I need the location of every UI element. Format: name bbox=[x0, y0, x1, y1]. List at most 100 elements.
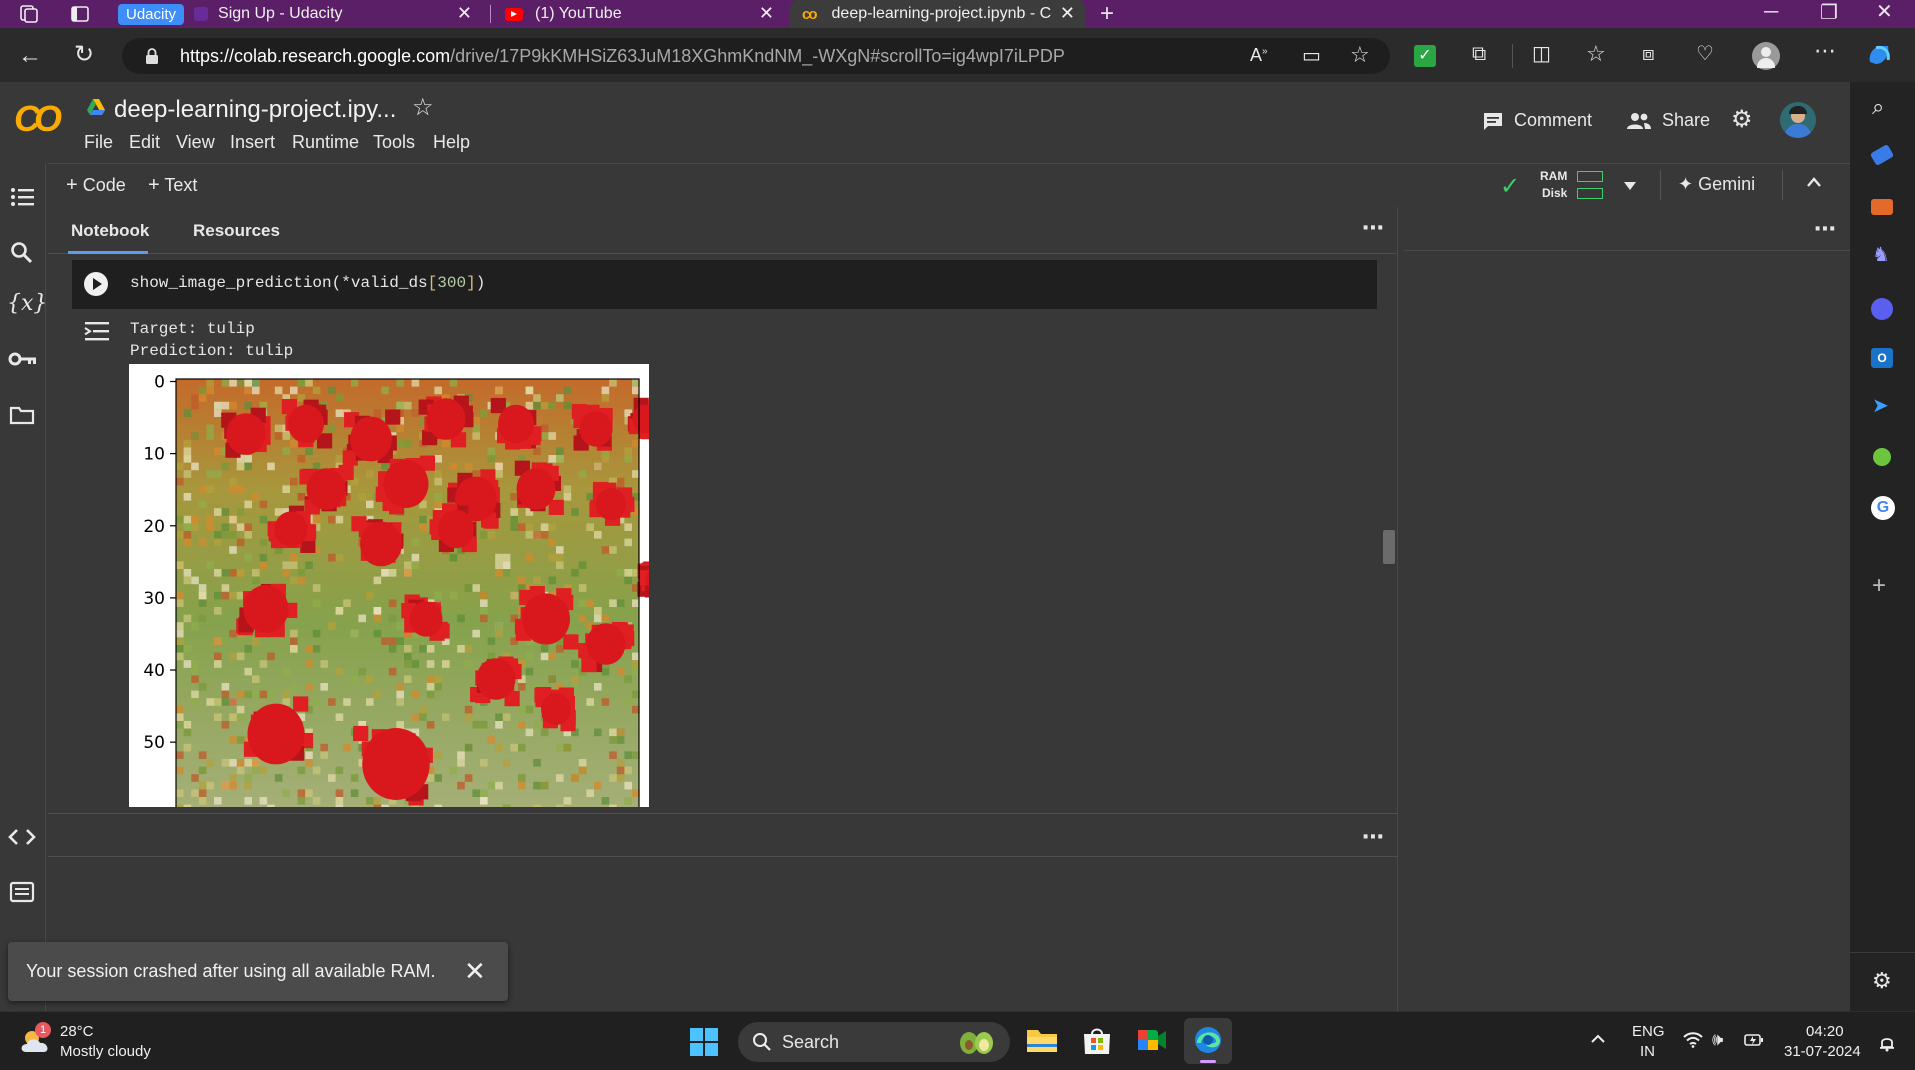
side-panel-more-icon[interactable]: ⋯ bbox=[1814, 218, 1836, 240]
edge-taskbar-button[interactable] bbox=[1184, 1018, 1232, 1064]
panel-more-icon[interactable]: ⋯ bbox=[1362, 217, 1384, 239]
language-top[interactable]: ENG bbox=[1632, 1023, 1665, 1040]
more-menu-icon[interactable]: ⋯ bbox=[1814, 40, 1836, 62]
menu-file[interactable]: File bbox=[84, 132, 113, 153]
microsoft-store-icon[interactable] bbox=[1082, 1026, 1112, 1056]
tab-close-icon[interactable]: ✕ bbox=[457, 3, 472, 24]
y-tick-label: 50 bbox=[143, 733, 165, 753]
favorite-star-icon[interactable]: ☆ bbox=[1350, 44, 1370, 66]
menu-tools[interactable]: Tools bbox=[373, 132, 415, 153]
run-cell-button[interactable] bbox=[84, 272, 108, 296]
code-text[interactable]: show_image_prediction(*valid_ds[300]) bbox=[130, 274, 485, 292]
tab-actions-icon[interactable] bbox=[70, 4, 90, 24]
collections-icon[interactable]: ⧈ bbox=[1642, 44, 1655, 64]
collapse-chevron-up-icon[interactable] bbox=[1806, 176, 1822, 188]
restore-icon[interactable]: ❐ bbox=[1820, 3, 1838, 23]
notebook-title[interactable]: deep-learning-project.ipy... bbox=[114, 96, 396, 124]
tab-close-icon[interactable]: ✕ bbox=[1060, 3, 1075, 24]
code-cell[interactable]: show_image_prediction(*valid_ds[300]) bbox=[72, 260, 1377, 309]
output-scrollbar[interactable] bbox=[1383, 530, 1395, 564]
find-search-icon[interactable] bbox=[10, 241, 34, 265]
games-chess-icon[interactable]: ♞ bbox=[1872, 245, 1890, 265]
share-label: Share bbox=[1662, 110, 1711, 130]
shopping-tag-icon[interactable] bbox=[1869, 143, 1895, 167]
tab-youtube[interactable]: (1) YouTube ✕ bbox=[497, 0, 784, 28]
gemini-button[interactable]: ✦ Gemini bbox=[1678, 174, 1755, 195]
outlook-icon[interactable]: O bbox=[1871, 348, 1893, 368]
battery-icon[interactable] bbox=[1744, 1032, 1764, 1048]
colab-logo[interactable]: CO bbox=[14, 98, 62, 140]
browser-essentials-icon[interactable]: ♡ bbox=[1696, 44, 1714, 64]
add-code-button[interactable]: + Code bbox=[66, 174, 126, 197]
clock-date: 31-07-2024 bbox=[1784, 1043, 1861, 1060]
secrets-key-icon[interactable] bbox=[8, 351, 38, 367]
app-available-icon[interactable]: ▭ bbox=[1302, 46, 1321, 66]
google-icon[interactable]: G bbox=[1871, 496, 1895, 520]
taskbar-search[interactable]: Search bbox=[738, 1022, 1010, 1062]
menu-edit[interactable]: Edit bbox=[129, 132, 160, 153]
tab-colab-active[interactable]: co deep-learning-project.ipynb - Co ✕ bbox=[790, 0, 1085, 28]
runtime-dropdown-icon[interactable] bbox=[1624, 182, 1636, 190]
refresh-icon[interactable]: ↻ bbox=[74, 43, 94, 67]
volume-icon[interactable]: 🕪 bbox=[1712, 1030, 1723, 1048]
notifications-icon[interactable] bbox=[1878, 1034, 1896, 1052]
add-code-label: Code bbox=[82, 175, 126, 195]
split-screen-icon[interactable]: ◫ bbox=[1532, 44, 1551, 64]
extension-check-icon[interactable]: ✓ bbox=[1414, 45, 1436, 67]
tools-briefcase-icon[interactable] bbox=[1871, 199, 1893, 215]
output-toggle-icon[interactable] bbox=[84, 320, 110, 342]
sidebar-settings-icon[interactable]: ⚙ bbox=[1872, 970, 1892, 992]
back-icon[interactable]: ← bbox=[18, 44, 42, 68]
tray-chevron-up-icon[interactable] bbox=[1590, 1034, 1606, 1044]
telegram-icon[interactable]: ➤ bbox=[1872, 396, 1889, 416]
workspaces-icon[interactable] bbox=[18, 4, 40, 24]
variables-icon[interactable]: {x} bbox=[7, 291, 47, 316]
cell-more-icon[interactable]: ⋯ bbox=[1362, 826, 1384, 848]
menu-help[interactable]: Help bbox=[433, 132, 470, 153]
extensions-puzzle-icon[interactable]: ⧉ bbox=[1472, 44, 1486, 64]
connected-check-icon[interactable]: ✓ bbox=[1500, 172, 1520, 201]
google-meet-icon[interactable] bbox=[1136, 1027, 1168, 1053]
code-snippets-icon[interactable] bbox=[8, 827, 36, 847]
command-palette-icon[interactable] bbox=[9, 881, 35, 903]
disk-meter bbox=[1577, 188, 1603, 199]
language-bottom[interactable]: IN bbox=[1640, 1043, 1655, 1060]
tree-app-icon[interactable] bbox=[1873, 448, 1891, 466]
add-sidebar-app-icon[interactable]: + bbox=[1872, 574, 1886, 598]
address-bar[interactable]: https://colab.research.google.com/drive/… bbox=[122, 38, 1390, 74]
windows-start-icon[interactable] bbox=[690, 1028, 718, 1056]
profile-avatar[interactable] bbox=[1752, 42, 1780, 70]
y-tick-label: 30 bbox=[143, 589, 165, 609]
weather-desc: Mostly cloudy bbox=[60, 1043, 151, 1060]
add-text-button[interactable]: + Text bbox=[148, 174, 197, 197]
table-of-contents-icon[interactable] bbox=[10, 187, 36, 207]
search-icon[interactable]: ⌕ bbox=[1872, 96, 1884, 118]
tab-notebook[interactable]: Notebook bbox=[71, 221, 149, 241]
settings-gear-icon[interactable]: ⚙ bbox=[1731, 108, 1753, 132]
google-drive-icon bbox=[86, 98, 106, 116]
youtube-favicon-icon bbox=[505, 7, 523, 21]
close-window-icon[interactable]: ✕ bbox=[1876, 2, 1893, 22]
tab-udacity[interactable]: Udacity Sign Up - Udacity ✕ bbox=[112, 0, 482, 28]
menu-insert[interactable]: Insert bbox=[230, 132, 275, 153]
read-aloud-icon[interactable]: A» bbox=[1250, 46, 1268, 64]
new-tab-icon[interactable]: + bbox=[1100, 2, 1114, 26]
user-avatar[interactable] bbox=[1780, 102, 1816, 138]
favorites-icon[interactable]: ☆ bbox=[1586, 43, 1606, 65]
file-explorer-icon[interactable] bbox=[1026, 1026, 1058, 1054]
files-folder-icon[interactable] bbox=[9, 405, 35, 425]
copilot-app-icon[interactable] bbox=[1871, 298, 1893, 320]
copilot-icon[interactable] bbox=[1864, 40, 1894, 70]
tab-resources[interactable]: Resources bbox=[193, 221, 280, 241]
wifi-icon[interactable] bbox=[1683, 1032, 1703, 1048]
minimize-icon[interactable]: ─ bbox=[1764, 2, 1778, 22]
menu-runtime[interactable]: Runtime bbox=[292, 132, 359, 153]
left-sidebar: {x} bbox=[0, 163, 47, 1011]
share-button[interactable]: Share bbox=[1626, 110, 1710, 131]
resource-monitor[interactable]: RAM Disk bbox=[1540, 168, 1567, 202]
toast-close-icon[interactable]: ✕ bbox=[464, 958, 486, 984]
comment-button[interactable]: Comment bbox=[1482, 110, 1592, 131]
tab-close-icon[interactable]: ✕ bbox=[759, 3, 774, 24]
menu-view[interactable]: View bbox=[176, 132, 215, 153]
star-icon[interactable]: ☆ bbox=[412, 96, 434, 120]
